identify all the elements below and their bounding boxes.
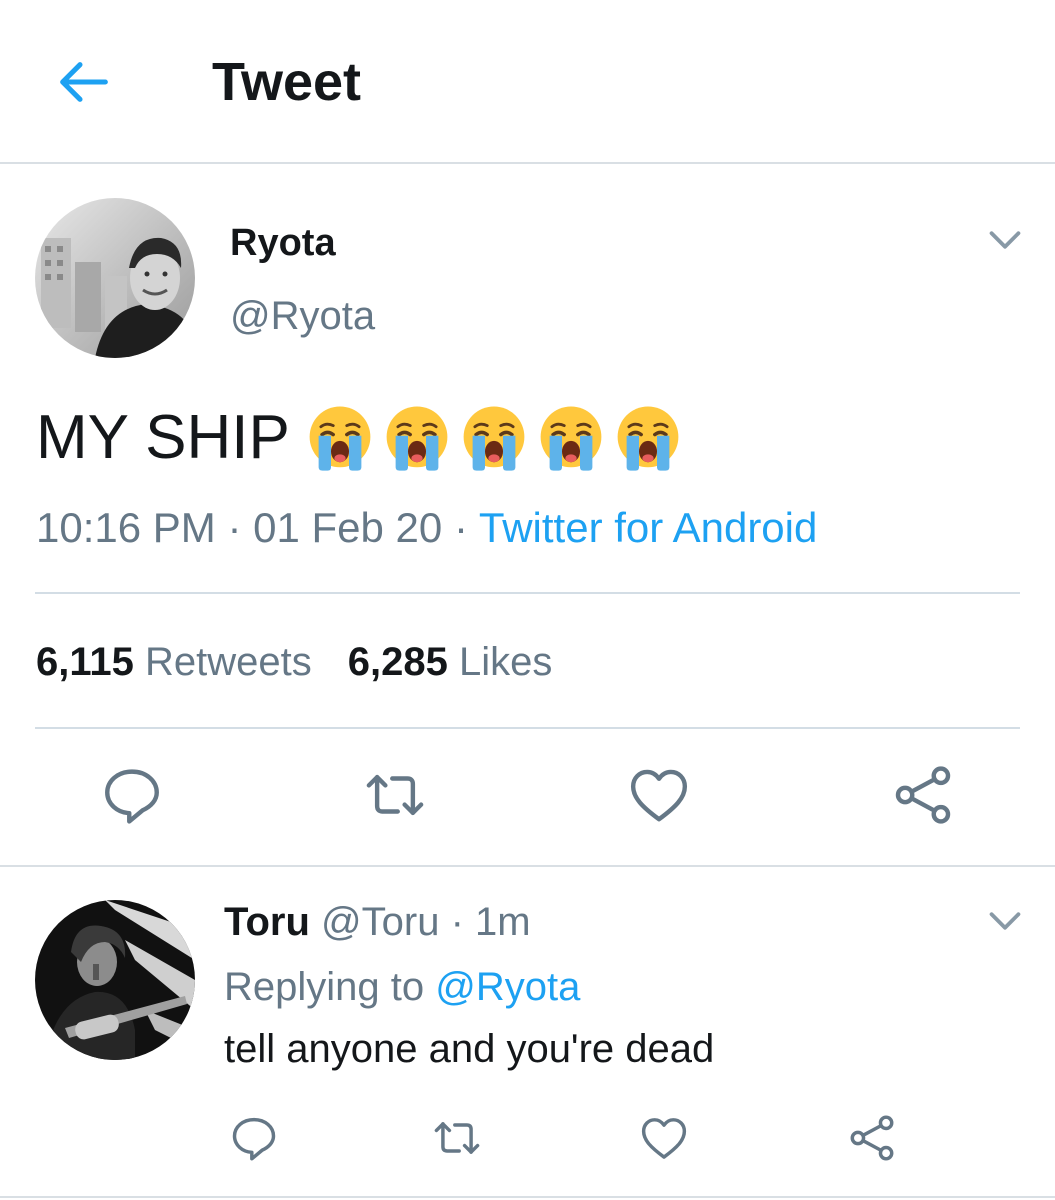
likes-count: 6,285 <box>347 640 448 684</box>
emoji-group <box>304 402 689 474</box>
share-button[interactable] <box>890 762 956 828</box>
reply-text: tell anyone and you're dead <box>224 1027 715 1071</box>
tweet-time: 10:16 PM <box>36 504 216 551</box>
reply-menu-button[interactable] <box>982 898 1028 944</box>
avatar[interactable] <box>35 198 195 358</box>
heart-icon <box>626 762 692 828</box>
retweets-label: Retweets <box>145 640 312 684</box>
retweet-button[interactable] <box>362 762 428 828</box>
likes-stat[interactable]: 6,285 Likes <box>348 640 553 684</box>
back-button[interactable] <box>52 50 116 114</box>
divider <box>35 592 1020 594</box>
tweet-source-link[interactable]: Twitter for Android <box>479 504 817 551</box>
loudly-crying-face-icon <box>535 402 607 474</box>
like-button[interactable] <box>626 762 692 828</box>
heart-icon <box>638 1112 690 1164</box>
retweets-count: 6,115 <box>36 640 134 684</box>
tweet-body: MY SHIP <box>36 403 290 472</box>
tweet-date: 01 Feb 20 <box>253 504 443 551</box>
meta-separator: · <box>453 504 468 551</box>
author-name[interactable]: Ryota <box>230 220 336 266</box>
loudly-crying-face-icon <box>458 402 530 474</box>
reply-like-button[interactable] <box>638 1112 690 1164</box>
reply-icon <box>99 762 165 828</box>
replying-to-label: Replying to <box>224 965 425 1009</box>
chevron-down-icon <box>982 217 1028 263</box>
reply-separator: · <box>450 900 464 944</box>
reply-author-handle[interactable]: @Toru <box>321 900 439 944</box>
page-title: Tweet <box>212 52 362 112</box>
loudly-crying-face-icon <box>612 402 684 474</box>
tweet-metadata: 10:16 PM · 01 Feb 20 · Twitter for Andro… <box>36 503 817 553</box>
reply-share-button[interactable] <box>846 1112 898 1164</box>
replying-to-mention[interactable]: @Ryota <box>435 965 580 1009</box>
reply-icon <box>228 1112 280 1164</box>
reply-button[interactable] <box>99 762 165 828</box>
reply-avatar[interactable] <box>35 900 195 1060</box>
tweet-menu-button[interactable] <box>982 217 1028 263</box>
retweet-icon <box>431 1112 483 1164</box>
tweet-text: MY SHIP <box>36 398 689 478</box>
loudly-crying-face-icon <box>304 402 376 474</box>
retweet-icon <box>362 762 428 828</box>
author-handle[interactable]: @Ryota <box>230 292 375 340</box>
meta-separator: · <box>227 504 242 551</box>
arrow-left-icon <box>52 50 116 114</box>
reply-header: Toru @Toru · 1m <box>224 898 531 946</box>
top-bar <box>0 0 1055 164</box>
reply-reply-button[interactable] <box>228 1112 280 1164</box>
reply-retweet-button[interactable] <box>431 1112 483 1164</box>
divider <box>35 727 1020 729</box>
tweet-stats: 6,115 Retweets 6,285 Likes <box>36 638 552 686</box>
share-icon <box>846 1112 898 1164</box>
retweets-stat[interactable]: 6,115 Retweets <box>36 640 312 684</box>
loudly-crying-face-icon <box>381 402 453 474</box>
divider <box>0 865 1055 867</box>
likes-label: Likes <box>459 640 553 684</box>
replying-to: Replying to @Ryota <box>224 963 580 1011</box>
divider <box>0 1196 1055 1198</box>
reply-time: 1m <box>475 900 531 944</box>
chevron-down-icon <box>982 898 1028 944</box>
share-icon <box>890 762 956 828</box>
reply-author-name[interactable]: Toru <box>224 900 310 944</box>
